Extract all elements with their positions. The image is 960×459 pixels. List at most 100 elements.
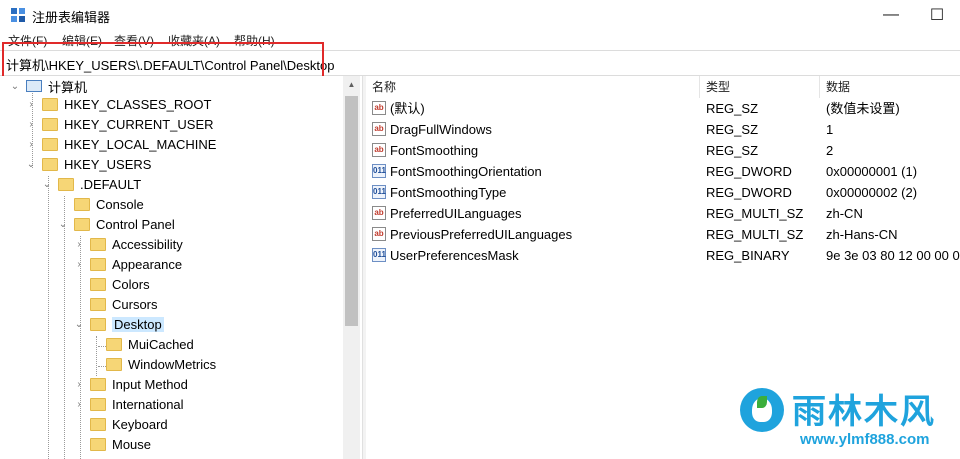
chevron-down-icon[interactable]: ⌄ [74,319,84,330]
value-name: PreferredUILanguages [390,206,522,221]
key-tree: ⌄ 计算机 › HKEY_CLASSES_ROOT › HKEY_CURRENT… [0,76,343,459]
folder-icon [90,297,106,311]
tree-item-label: Keyboard [112,416,168,432]
tree-item-label: WindowMetrics [128,356,217,372]
title-bar: 注册表编辑器 — ☐ [0,0,960,30]
value-row[interactable]: ab PreviousPreferredUILanguages REG_MULT… [366,224,960,245]
value-row[interactable]: ab DragFullWindows REG_SZ 1 [366,119,960,140]
value-row[interactable]: 011 FontSmoothingType REG_DWORD 0x000000… [366,182,960,203]
binary-value-icon: 011 [372,248,386,262]
folder-icon [42,137,58,151]
registry-editor-icon [11,8,25,22]
tree-item-label: Accessibility [112,236,183,252]
tree-item-input-method[interactable]: › Input Method [74,374,188,394]
tree-scrollbar[interactable]: ▲ [343,76,360,459]
maximize-button[interactable]: ☐ [914,0,960,30]
watermark-brand: 雨林木风 [792,393,936,431]
tree-item-windowmetrics[interactable]: WindowMetrics [90,354,216,374]
minimize-button[interactable]: — [868,0,914,30]
value-row[interactable]: 011 UserPreferencesMask REG_BINARY 9e 3e… [366,245,960,266]
scroll-up-arrow-icon[interactable]: ▲ [343,76,360,93]
folder-icon [106,357,122,371]
column-header-data[interactable]: 数据 [820,76,960,98]
value-data: 0x00000002 (2) [826,185,918,200]
value-name: UserPreferencesMask [390,248,519,263]
tree-item-control-panel[interactable]: ⌄ Control Panel [58,214,175,234]
tree-item-label: Cursors [112,296,158,312]
chevron-right-icon[interactable]: › [74,239,84,250]
chevron-down-icon[interactable]: ⌄ [26,159,36,170]
string-value-icon: ab [372,101,386,115]
tree-item-computer[interactable]: ⌄ 计算机 [10,76,87,96]
tree-connector [48,176,49,459]
value-data: 2 [826,143,834,158]
tree-item-colors[interactable]: Colors [74,274,150,294]
binary-value-icon: 011 [372,185,386,199]
value-row[interactable]: ab FontSmoothing REG_SZ 2 [366,140,960,161]
tree-item-international[interactable]: › International [74,394,183,414]
logo-leaf-shape [757,396,767,408]
tree-item-hkey-local-machine[interactable]: › HKEY_LOCAL_MACHINE [26,134,216,154]
folder-icon [42,97,58,111]
value-type: REG_MULTI_SZ [706,227,804,242]
tree-item-mouse[interactable]: Mouse [74,434,151,454]
chevron-down-icon[interactable]: ⌄ [10,81,20,92]
tree-item-label: HKEY_LOCAL_MACHINE [64,136,217,152]
chevron-right-icon[interactable]: › [26,139,36,150]
folder-icon [90,237,106,251]
tree-item-label: Colors [112,276,150,292]
tree-item-label: HKEY_CURRENT_USER [64,116,214,132]
tree-item-label: Mouse [112,436,152,452]
scrollbar-thumb[interactable] [345,96,358,326]
tree-item-hkey-classes-root[interactable]: › HKEY_CLASSES_ROOT [26,94,211,114]
value-row[interactable]: 011 FontSmoothingOrientation REG_DWORD 0… [366,161,960,182]
folder-icon [90,417,106,431]
value-type: REG_SZ [706,143,759,158]
tree-item-hkey-users[interactable]: ⌄ HKEY_USERS [26,154,152,174]
string-value-icon: ab [372,143,386,157]
chevron-right-icon[interactable]: › [74,259,84,270]
tree-item-accessibility[interactable]: › Accessibility [74,234,183,254]
chevron-down-icon[interactable]: ⌄ [42,179,52,190]
tree-item-hkey-current-user[interactable]: › HKEY_CURRENT_USER [26,114,214,134]
chevron-right-icon[interactable]: › [74,379,84,390]
chevron-right-icon[interactable]: › [26,99,36,110]
column-header-name[interactable]: 名称 [366,76,700,98]
column-header-type[interactable]: 类型 [700,76,820,98]
value-data: 0x00000001 (1) [826,164,918,179]
tree-item-cursors[interactable]: Cursors [74,294,158,314]
tree-item-label: Desktop [112,316,164,332]
chevron-right-icon[interactable]: › [74,399,84,410]
string-value-icon: ab [372,227,386,241]
string-value-icon: ab [372,206,386,220]
tree-connector [64,196,65,459]
tree-item-label: HKEY_USERS [64,156,152,172]
value-row[interactable]: ab (默认) REG_SZ (数值未设置) [366,98,960,119]
tree-item-desktop[interactable]: ⌄ Desktop [74,314,164,334]
tree-item-keyboard[interactable]: Keyboard [74,414,168,434]
value-data: zh-Hans-CN [826,227,898,242]
value-name: FontSmoothingType [390,185,507,200]
tree-item-default[interactable]: ⌄ .DEFAULT [42,174,141,194]
tree-item-label: MuiCached [128,336,194,352]
tree-item-appearance[interactable]: › Appearance [74,254,182,274]
value-data: zh-CN [826,206,863,221]
value-name: FontSmoothingOrientation [390,164,542,179]
string-value-icon: ab [372,122,386,136]
tree-item-console[interactable]: Console [58,194,144,214]
tree-item-muicached[interactable]: MuiCached [90,334,194,354]
value-data: 9e 3e 03 80 12 00 00 00 [826,248,960,263]
folder-icon [90,317,106,331]
value-row[interactable]: ab PreferredUILanguages REG_MULTI_SZ zh-… [366,203,960,224]
chevron-right-icon[interactable]: › [26,119,36,130]
chevron-down-icon[interactable]: ⌄ [58,219,68,230]
value-type: REG_DWORD [706,185,792,200]
folder-icon [90,397,106,411]
folder-icon [90,257,106,271]
value-type: REG_DWORD [706,164,792,179]
